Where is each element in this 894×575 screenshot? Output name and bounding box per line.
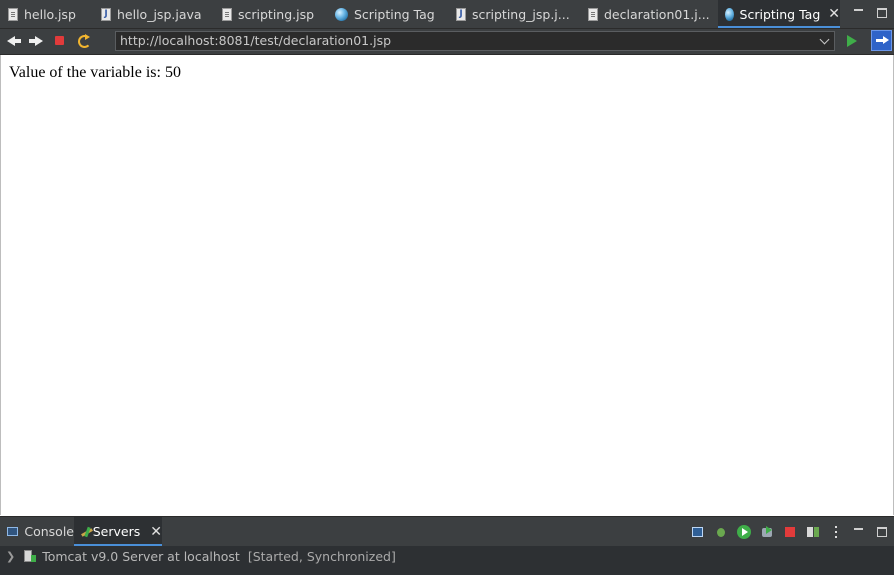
tab-scripting-tag-active[interactable]: Scripting Tag ✕ bbox=[718, 0, 840, 28]
start-server-icon[interactable] bbox=[737, 525, 751, 539]
tab-label: Console bbox=[24, 524, 74, 539]
jsp-file-icon bbox=[8, 7, 18, 21]
console-icon bbox=[6, 525, 19, 539]
debug-server-icon[interactable] bbox=[714, 525, 728, 539]
tab-servers[interactable]: Servers ✕ bbox=[74, 517, 162, 546]
browser-globe-icon bbox=[725, 7, 734, 21]
bottom-panel-tab-bar: Console Servers ✕ bbox=[0, 516, 894, 546]
new-server-icon[interactable] bbox=[691, 525, 705, 539]
tab-scripting-tag-browser[interactable]: Scripting Tag bbox=[335, 0, 451, 28]
tab-label: Scripting Tag bbox=[354, 6, 435, 22]
tab-label: Scripting Tag bbox=[739, 6, 821, 22]
maximize-icon[interactable] bbox=[874, 4, 890, 20]
tab-console[interactable]: Console bbox=[6, 517, 74, 546]
tab-label: hello_jsp.java bbox=[117, 6, 202, 22]
tab-scripting-jsp[interactable]: scripting.jsp bbox=[222, 0, 330, 28]
tab-label: hello.jsp bbox=[24, 6, 76, 22]
editor-tab-bar: hello.jsp J hello_jsp.java scripting.jsp… bbox=[0, 0, 894, 29]
stop-server-icon[interactable] bbox=[783, 525, 797, 539]
tab-scripting-jsp-java[interactable]: J scripting_jsp.j... bbox=[456, 0, 582, 28]
java-file-icon: J bbox=[101, 7, 111, 21]
chevron-right-icon[interactable]: ❯ bbox=[6, 550, 15, 563]
profile-server-icon[interactable] bbox=[760, 525, 774, 539]
tab-hello-jsp[interactable]: hello.jsp bbox=[8, 0, 96, 28]
jsp-file-icon bbox=[222, 7, 232, 21]
tab-hello-jsp-java[interactable]: J hello_jsp.java bbox=[101, 0, 216, 28]
url-text: http://localhost:8081/test/declaration01… bbox=[120, 33, 392, 48]
chevron-down-icon[interactable] bbox=[820, 35, 830, 45]
tab-label: scripting_jsp.j... bbox=[472, 6, 570, 22]
open-external-browser-icon[interactable] bbox=[871, 30, 892, 51]
browser-viewport: Value of the variable is: 50 bbox=[0, 55, 894, 515]
url-input[interactable]: http://localhost:8081/test/declaration01… bbox=[115, 31, 835, 51]
publish-icon[interactable] bbox=[806, 525, 820, 539]
stop-icon[interactable] bbox=[52, 33, 68, 49]
minimize-icon[interactable] bbox=[851, 4, 867, 20]
java-file-icon: J bbox=[456, 7, 466, 21]
maximize-icon[interactable] bbox=[874, 523, 890, 539]
forward-arrow-icon[interactable] bbox=[28, 33, 44, 49]
minimize-icon[interactable] bbox=[851, 523, 867, 539]
servers-view: ❯ Tomcat v9.0 Server at localhost [Start… bbox=[0, 546, 894, 575]
refresh-icon[interactable] bbox=[76, 33, 92, 49]
jsp-file-icon bbox=[588, 7, 598, 21]
close-tab-icon[interactable]: ✕ bbox=[150, 524, 162, 540]
tab-label: Servers bbox=[92, 524, 141, 539]
browser-globe-icon bbox=[335, 7, 348, 21]
go-play-icon[interactable] bbox=[843, 33, 859, 49]
servers-icon bbox=[80, 525, 88, 539]
tab-declaration01-jsp[interactable]: declaration01.j... bbox=[588, 0, 712, 28]
tab-label: scripting.jsp bbox=[238, 6, 315, 22]
server-row[interactable]: ❯ Tomcat v9.0 Server at localhost [Start… bbox=[6, 546, 396, 566]
server-status: [Started, Synchronized] bbox=[247, 548, 396, 564]
close-tab-icon[interactable]: ✕ bbox=[828, 6, 840, 22]
browser-toolbar: http://localhost:8081/test/declaration01… bbox=[0, 29, 894, 55]
tab-label: declaration01.j... bbox=[604, 6, 710, 22]
server-name: Tomcat v9.0 Server at localhost bbox=[42, 548, 240, 564]
view-menu-icon[interactable] bbox=[829, 525, 843, 539]
back-arrow-icon[interactable] bbox=[6, 33, 22, 49]
page-body-text: Value of the variable is: 50 bbox=[9, 64, 181, 81]
tomcat-server-icon bbox=[23, 549, 37, 563]
